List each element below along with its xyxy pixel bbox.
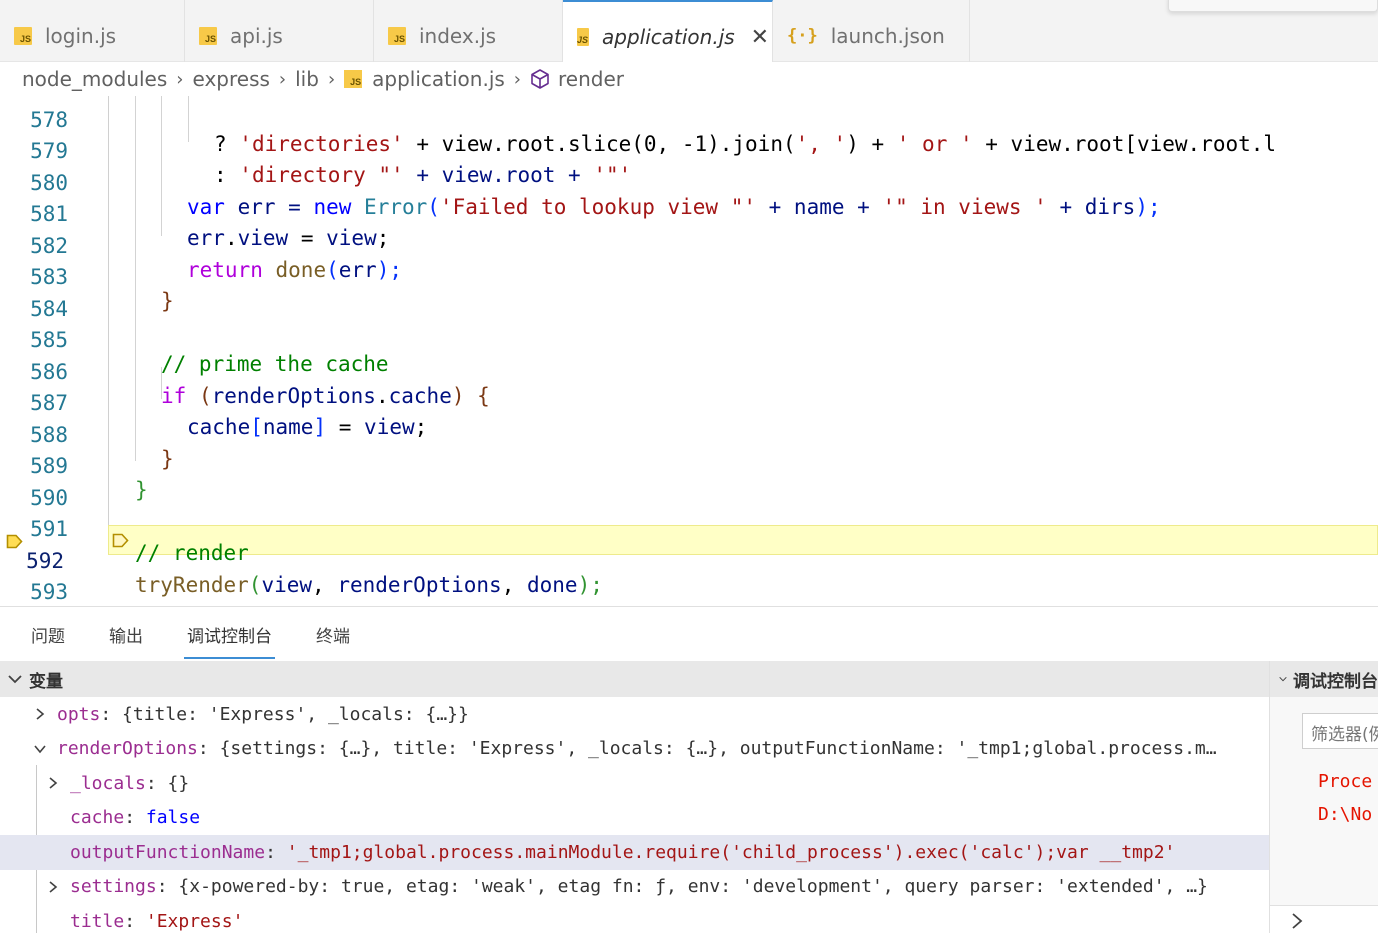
debug-console-header[interactable]: 调试控制台 <box>1270 661 1378 697</box>
debug-console-pane: 调试控制台 筛选器(例 Proce D:\No <box>1269 661 1378 933</box>
tab-label: application.js <box>602 25 735 49</box>
variable-row[interactable]: cache: false <box>0 801 1269 836</box>
js-file-icon: JS <box>199 27 217 45</box>
code-line: 589 } <box>0 430 1378 502</box>
chevron-right-icon[interactable] <box>46 776 60 790</box>
variables-section-header[interactable]: 变量 <box>0 661 1269 697</box>
section-title: 调试控制台 <box>1293 671 1378 692</box>
variable-value: {title: 'Express', _locals: {…}} <box>122 703 469 725</box>
code-line: 585 // prime the cache <box>0 304 1378 376</box>
code-line: 580 var err = new Error('Failed to looku… <box>0 147 1378 219</box>
tab-label: index.js <box>419 24 497 48</box>
breadcrumb-item[interactable]: node_modules <box>22 67 167 91</box>
variable-name: renderOptions <box>57 738 198 760</box>
chevron-right-icon: › <box>327 68 336 90</box>
close-icon[interactable]: ✕ <box>751 25 769 50</box>
tab-label: launch.json <box>830 24 945 48</box>
filter-input[interactable]: 筛选器(例 <box>1302 713 1378 749</box>
tab-launch-json[interactable]: {·} launch.json <box>773 0 970 62</box>
breadcrumb-item[interactable]: render <box>558 67 624 91</box>
js-file-icon: JS <box>388 27 406 45</box>
variable-name: outputFunctionName <box>70 841 266 863</box>
editor-tab-bar: JS login.js JS api.js JS index.js JS app… <box>0 0 1378 62</box>
breadcrumb-item[interactable]: application.js <box>372 67 505 91</box>
variable-row[interactable]: _locals: {} <box>0 766 1269 801</box>
chevron-down-icon <box>1279 676 1287 682</box>
code-line-current: 592 tryRender(view, renderOptions, done)… <box>0 525 1378 597</box>
code-line: 581 err.view = view; <box>0 178 1378 250</box>
variable-value: 'Express' <box>145 910 244 932</box>
tab-index-js[interactable]: JS index.js <box>374 0 563 62</box>
code-line: 591 // render <box>0 493 1378 565</box>
chevron-right-icon[interactable] <box>46 880 60 894</box>
variable-name: _locals <box>70 772 146 794</box>
breadcrumb-item[interactable]: express <box>193 67 270 91</box>
variable-row[interactable]: renderOptions: {settings: {…}, title: 'E… <box>0 732 1269 767</box>
code-line: 579 : 'directory "' + view.root + '"' <box>0 115 1378 187</box>
console-input[interactable] <box>1270 905 1378 933</box>
code-line: 587 cache[name] = view; <box>0 367 1378 439</box>
variable-value: {settings: {…}, title: 'Express', _local… <box>219 738 1217 760</box>
tab-label: login.js <box>45 24 117 48</box>
code-line: 578 ? 'directories' + view.root.slice(0,… <box>0 96 1378 156</box>
js-file-icon: JS <box>14 27 32 45</box>
chevron-right-icon <box>1292 913 1303 929</box>
variable-row[interactable]: opts: {title: 'Express', _locals: {…}} <box>0 697 1269 732</box>
chevron-down-icon[interactable] <box>33 742 47 756</box>
variable-value: false <box>145 807 201 829</box>
tab-label: api.js <box>230 24 283 48</box>
variable-value: {x-powered-by: true, etag: 'weak', etag … <box>178 876 1208 898</box>
chevron-right-icon: › <box>513 68 521 90</box>
chevron-right-icon: › <box>176 68 184 90</box>
code-editor[interactable]: 578 ? 'directories' + view.root.slice(0,… <box>0 96 1378 606</box>
json-file-icon: {·} <box>787 26 818 46</box>
variables-tree: opts: {title: 'Express', _locals: {…}} r… <box>0 697 1269 933</box>
variable-row[interactable]: title: 'Express' <box>0 904 1269 933</box>
code-line: 583 } <box>0 241 1378 313</box>
code-line: 584 <box>0 273 1378 321</box>
code-line: 586 if (renderOptions.cache) { <box>0 336 1378 408</box>
code-line: 582 return done(err); <box>0 210 1378 282</box>
console-output-line: D:\No <box>1318 804 1373 825</box>
variable-value: {} <box>167 772 190 794</box>
variable-value: '_tmp1;global.process.mainModule.require… <box>286 841 1176 863</box>
js-file-icon: JS <box>577 28 590 46</box>
tab-api-js[interactable]: JS api.js <box>185 0 374 62</box>
code-line: 588 } <box>0 399 1378 471</box>
chevron-down-icon <box>8 675 22 684</box>
tab-debug-console[interactable]: 调试控制台 <box>184 614 275 659</box>
variable-name: settings <box>70 876 157 898</box>
console-output-line: Proce <box>1318 771 1373 792</box>
variable-name: cache <box>70 807 125 829</box>
variable-name: opts <box>57 703 101 725</box>
chevron-right-icon: › <box>278 68 287 90</box>
variable-name: title <box>70 910 125 932</box>
variable-row-selected[interactable]: outputFunctionName: '_tmp1;global.proces… <box>0 835 1269 870</box>
tab-terminal[interactable]: 终端 <box>313 614 353 655</box>
panel-tab-bar: 问题 输出 调试控制台 终端 <box>0 606 1378 661</box>
tab-problems[interactable]: 问题 <box>28 614 68 655</box>
breadcrumb-item[interactable]: lib <box>295 67 319 91</box>
js-file-icon: JS <box>344 70 363 88</box>
code-line: 594 <box>0 588 1378 606</box>
code-line: 593 }; <box>0 556 1378 606</box>
debug-toolbar[interactable] <box>1168 0 1378 12</box>
section-title: 变量 <box>29 671 63 692</box>
breadcrumb: node_modules › express › lib › JS applic… <box>0 62 1378 96</box>
tab-login-js[interactable]: JS login.js <box>0 0 185 62</box>
code-line: 590 <box>0 462 1378 510</box>
chevron-right-icon[interactable] <box>33 707 47 721</box>
tab-application-js[interactable]: JS application.js ✕ <box>563 0 773 62</box>
tab-output[interactable]: 输出 <box>106 614 146 655</box>
method-cube-icon <box>531 69 549 89</box>
variable-row[interactable]: settings: {x-powered-by: true, etag: 'we… <box>0 870 1269 905</box>
